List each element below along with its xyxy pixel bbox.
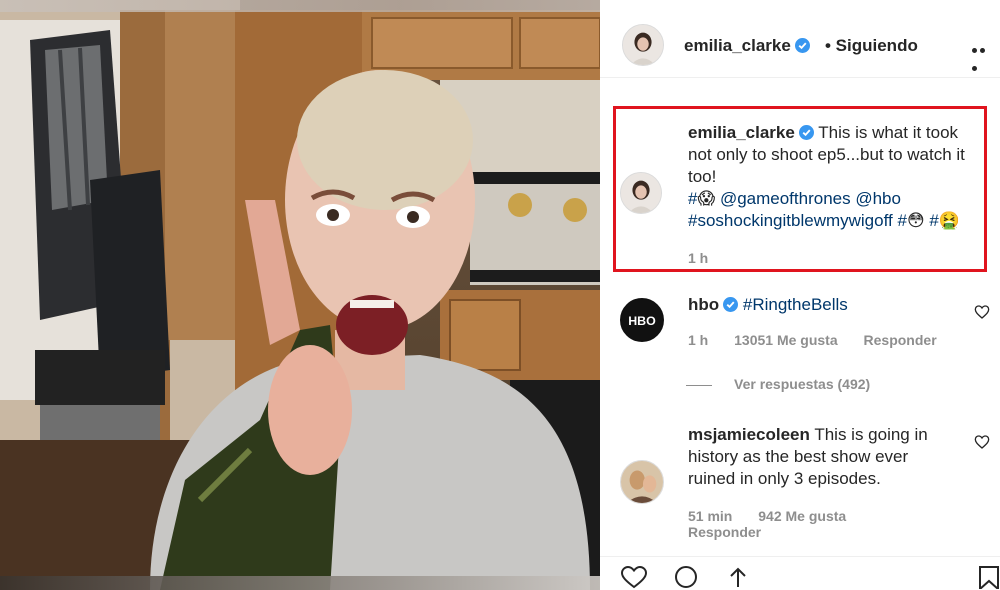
hbo-comment-likes[interactable]: 13051 Me gusta (734, 332, 838, 348)
msjamiecoleen-avatar[interactable] (620, 460, 664, 504)
replies-divider (686, 384, 712, 386)
following-status[interactable]: • Siguiendo (825, 36, 918, 56)
author-username[interactable]: emilia_clarke (684, 36, 810, 56)
msjamiecoleen-line-2: history as the best show ever (688, 447, 909, 466)
view-replies-label[interactable]: Ver respuestas (492) (734, 376, 870, 392)
post-side-panel: emilia_clarke • Siguiendo emilia_clarke … (600, 0, 1000, 590)
caption-highlight-box (613, 106, 987, 272)
hbo-avatar[interactable]: HBO (620, 298, 664, 342)
like-heart-icon[interactable] (620, 565, 648, 589)
more-options-icon[interactable] (972, 40, 994, 71)
msjamiecoleen-reply-button[interactable]: Responder (688, 524, 761, 540)
msjamiecoleen-comment-meta: 51 min 942 Me gusta (688, 508, 868, 524)
post-photo[interactable] (0, 0, 600, 590)
msjamiecoleen-likes[interactable]: 942 Me gusta (758, 508, 846, 524)
post-header: emilia_clarke • Siguiendo (600, 14, 1000, 78)
author-username-text[interactable]: emilia_clarke (684, 36, 791, 55)
hbo-logo-icon: HBO (621, 299, 663, 341)
hbo-username[interactable]: hbo (688, 295, 719, 314)
msjamiecoleen-comment-text: msjamiecoleen This is going in history a… (688, 424, 988, 490)
verified-badge-icon (794, 38, 810, 53)
hbo-comment-meta: 1 h 13051 Me gusta Responder (688, 332, 959, 348)
share-arrow-icon[interactable] (724, 565, 752, 589)
like-heart-icon[interactable] (974, 304, 990, 320)
msjamiecoleen-username[interactable]: msjamiecoleen (688, 425, 810, 444)
msjamiecoleen-reply-row: Responder (688, 524, 783, 540)
verified-badge-icon (723, 297, 739, 312)
author-avatar[interactable] (622, 24, 664, 66)
msjamiecoleen-line-1: This is going in (814, 425, 928, 444)
msjamiecoleen-line-3: ruined in only 3 episodes. (688, 469, 881, 488)
save-bookmark-icon[interactable] (976, 565, 1000, 589)
svg-text:HBO: HBO (628, 314, 656, 328)
hashtag-ringthebells[interactable]: #RingtheBells (743, 295, 848, 314)
like-heart-icon[interactable] (974, 434, 990, 450)
view-replies-button[interactable]: Ver respuestas (492) (686, 376, 870, 392)
hbo-comment-text: hbo #RingtheBells (688, 294, 848, 316)
comment-bubble-icon[interactable] (672, 565, 700, 589)
hbo-comment-time[interactable]: 1 h (688, 332, 708, 348)
hbo-reply-button[interactable]: Responder (864, 332, 937, 348)
woman-with-bottle-photo (0, 0, 600, 590)
post-action-bar (600, 556, 1000, 590)
msjamiecoleen-time[interactable]: 51 min (688, 508, 732, 524)
